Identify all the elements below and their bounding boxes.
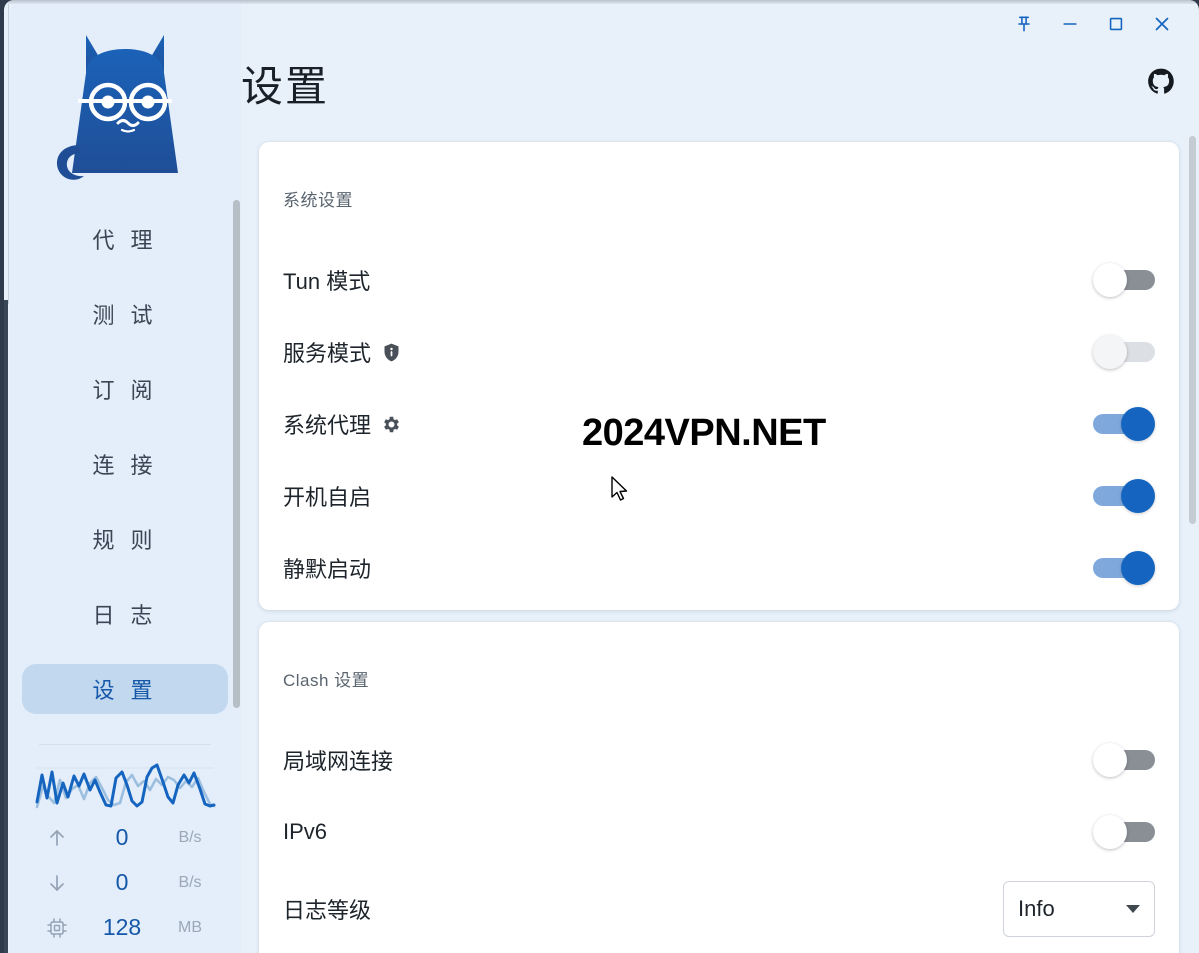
toggle-silent-start[interactable] xyxy=(1093,549,1155,587)
sidebar-item-profiles[interactable]: 订 阅 xyxy=(22,364,228,414)
setting-row-log-level: 日志等级 Info xyxy=(283,880,1155,938)
memory-usage-unit: MB xyxy=(178,918,202,936)
sidebar-item-settings[interactable]: 设 置 xyxy=(22,664,228,714)
section-title-system: 系统设置 xyxy=(283,191,353,210)
setting-label-tun-mode: Tun 模式 xyxy=(283,269,371,294)
toggle-auto-launch[interactable] xyxy=(1093,477,1155,515)
sidebar: 代 理 测 试 订 阅 连 接 规 则 日 志 设 置 0 B/s 0 B/s … xyxy=(9,4,241,953)
sidebar-scrollbar[interactable] xyxy=(233,200,240,708)
section-title-clash: Clash 设置 xyxy=(283,671,370,690)
toggle-knob xyxy=(1093,815,1127,849)
sidebar-item-proxy[interactable]: 代 理 xyxy=(22,214,228,264)
upload-speed-unit: B/s xyxy=(178,828,202,846)
cat-logo-icon xyxy=(56,35,178,180)
toggle-tun-mode[interactable] xyxy=(1093,261,1155,299)
memory-usage-value: 128 xyxy=(102,914,142,940)
sidebar-item-connections[interactable]: 连 接 xyxy=(22,439,228,489)
toggle-knob xyxy=(1121,407,1155,441)
header: 设置 xyxy=(241,48,1199,130)
setting-label-auto-launch: 开机自启 xyxy=(283,485,372,510)
download-speed-unit: B/s xyxy=(178,873,202,891)
setting-row-auto-launch: 开机自启 xyxy=(283,470,1155,522)
sidebar-item-label: 日 志 xyxy=(92,603,158,628)
toggle-knob xyxy=(1121,479,1155,513)
setting-row-silent-start: 静默启动 xyxy=(283,542,1155,594)
gear-icon[interactable] xyxy=(381,414,402,435)
github-icon[interactable] xyxy=(1147,68,1175,96)
log-level-value: Info xyxy=(1018,896,1055,921)
page-title: 设置 xyxy=(241,63,330,110)
setting-row-system-proxy: 系统代理 xyxy=(283,398,1155,450)
setting-row-ipv6: IPv6 xyxy=(283,806,1155,858)
toggle-knob xyxy=(1093,263,1127,297)
toggle-system-proxy[interactable] xyxy=(1093,405,1155,443)
sidebar-item-logs[interactable]: 日 志 xyxy=(22,589,228,639)
toggle-knob xyxy=(1093,335,1127,369)
setting-label-silent-start: 静默启动 xyxy=(283,557,372,582)
setting-label-log-level: 日志等级 xyxy=(283,898,372,923)
chevron-down-icon xyxy=(1126,905,1140,913)
toggle-lan-connection[interactable] xyxy=(1093,741,1155,779)
maximize-button[interactable] xyxy=(1093,7,1139,41)
traffic-sparkline xyxy=(35,763,216,809)
setting-label-ipv6: IPv6 xyxy=(283,819,328,844)
settings-content: 系统设置 Tun 模式 服务模式 系统代理 开机自启 静默启动 Clash 设置… xyxy=(241,130,1199,953)
setting-row-service-mode: 服务模式 xyxy=(283,326,1155,378)
toggle-service-mode[interactable] xyxy=(1093,333,1155,371)
sidebar-item-label: 设 置 xyxy=(92,678,158,703)
setting-row-tun-mode: Tun 模式 xyxy=(283,254,1155,306)
pin-button[interactable] xyxy=(1001,7,1047,41)
sidebar-item-label: 代 理 xyxy=(92,228,158,253)
system-settings-card: 系统设置 Tun 模式 服务模式 系统代理 开机自启 静默启动 xyxy=(259,142,1179,610)
toggle-ipv6[interactable] xyxy=(1093,813,1155,851)
memory-chip-icon xyxy=(34,916,80,940)
clash-settings-card: Clash 设置 局域网连接 IPv6 日志等级 Info xyxy=(259,622,1179,953)
upload-stat-row: 0 B/s xyxy=(34,815,216,860)
setting-label-service-mode: 服务模式 xyxy=(283,341,372,366)
close-button[interactable] xyxy=(1139,7,1185,41)
sidebar-item-label: 订 阅 xyxy=(92,378,158,403)
setting-label-system-proxy: 系统代理 xyxy=(283,413,372,438)
toggle-knob xyxy=(1093,743,1127,777)
background-window-edge xyxy=(4,300,8,953)
shield-info-icon[interactable] xyxy=(381,342,402,363)
download-speed-value: 0 xyxy=(115,869,129,895)
app-window: 代 理 测 试 订 阅 连 接 规 则 日 志 设 置 0 B/s 0 B/s … xyxy=(4,0,1199,953)
upload-arrow-icon xyxy=(34,826,80,850)
app-logo xyxy=(9,4,241,212)
toggle-knob xyxy=(1121,551,1155,585)
content-scrollbar[interactable] xyxy=(1189,136,1196,524)
sidebar-nav: 代 理 测 试 订 阅 连 接 规 则 日 志 设 置 xyxy=(9,212,241,745)
upload-speed-value: 0 xyxy=(115,824,129,850)
sidebar-item-rules[interactable]: 规 则 xyxy=(22,514,228,564)
download-stat-row: 0 B/s xyxy=(34,860,216,905)
setting-label-lan-connection: 局域网连接 xyxy=(283,749,394,774)
log-level-select[interactable]: Info xyxy=(1003,881,1155,937)
memory-stat-row: 128 MB xyxy=(34,905,216,950)
sidebar-item-label: 连 接 xyxy=(92,453,158,478)
minimize-button[interactable] xyxy=(1047,7,1093,41)
download-arrow-icon xyxy=(34,871,80,895)
sidebar-item-test[interactable]: 测 试 xyxy=(22,289,228,339)
sidebar-item-label: 规 则 xyxy=(92,528,158,553)
setting-row-lan-connection: 局域网连接 xyxy=(283,734,1155,786)
sidebar-item-label: 测 试 xyxy=(92,303,158,328)
traffic-panel: 0 B/s 0 B/s 128 MB xyxy=(9,745,241,950)
